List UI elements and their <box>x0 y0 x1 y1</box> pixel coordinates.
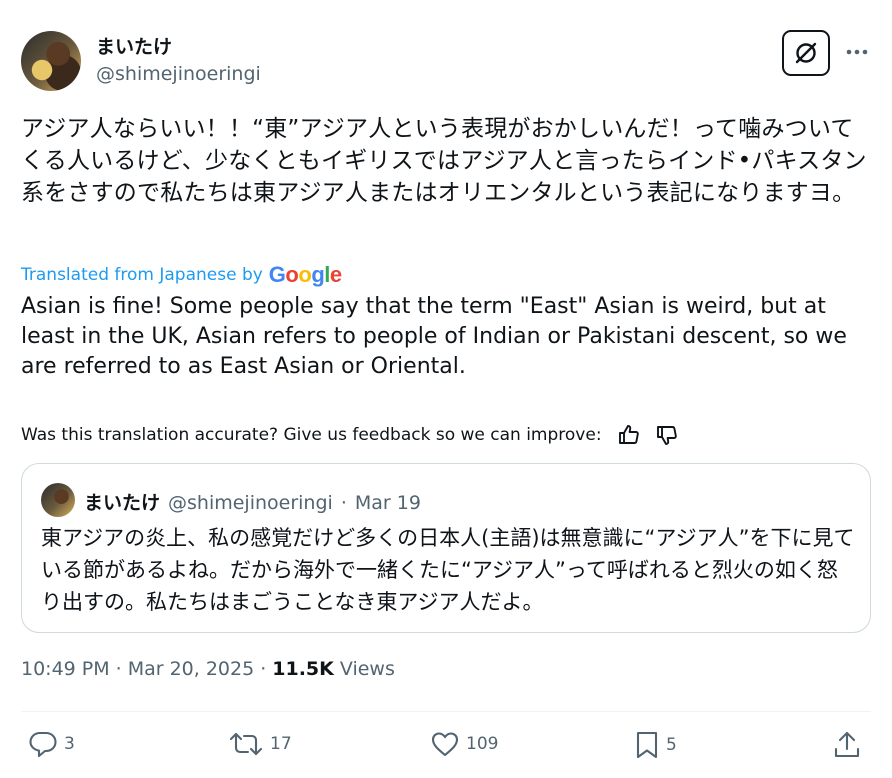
like-count: 109 <box>466 734 499 754</box>
views-label: Views <box>339 658 395 680</box>
bookmark-count: 5 <box>666 735 677 755</box>
repost-button[interactable]: 17 <box>228 730 292 758</box>
thumbs-up-icon[interactable] <box>614 420 644 450</box>
reply-button[interactable]: 3 <box>28 730 75 758</box>
quoted-separator: · <box>340 492 347 514</box>
views-count: 11.5K <box>272 658 334 680</box>
thumbs-down-icon[interactable] <box>652 420 682 450</box>
heart-icon <box>431 732 459 757</box>
tweet-text: アジア人ならいい！！“東”アジア人という表現がおかしいんだ！って噛みついてくる人… <box>21 116 867 206</box>
translation-feedback: Was this translation accurate? Give us f… <box>21 420 682 450</box>
quoted-tweet-header: まいたけ @shimejinoeringi · Mar 19 <box>84 488 421 515</box>
meta-separator: · <box>260 658 267 680</box>
bookmark-icon <box>636 731 658 759</box>
grok-button[interactable] <box>782 30 830 76</box>
translated-label: Translated from Japanese by <box>21 265 263 285</box>
tweet-time[interactable]: 10:49 PM <box>21 658 110 680</box>
quoted-author-name: まいたけ <box>84 492 161 514</box>
quoted-tweet-text: 東アジアの炎上、私の感覚だけど多くの日本人(主語)は無意識に“アジア人”を下に見… <box>41 526 855 614</box>
translated-text: Asian is fine! Some people say that the … <box>21 294 847 379</box>
share-icon <box>834 731 860 758</box>
more-dots-icon <box>846 49 868 55</box>
author-handle[interactable]: @shimejinoeringi <box>96 63 261 85</box>
share-button[interactable] <box>833 730 861 760</box>
quoted-date: Mar 19 <box>354 492 421 514</box>
google-logo: Google <box>268 262 342 287</box>
quoted-author-avatar <box>41 483 75 517</box>
reply-count: 3 <box>64 734 75 754</box>
feedback-label: Was this translation accurate? Give us f… <box>21 425 602 445</box>
tweet-date[interactable]: Mar 20, 2025 <box>128 658 255 680</box>
like-button[interactable]: 109 <box>430 730 498 758</box>
repost-icon <box>229 732 263 756</box>
meta-separator: · <box>115 658 122 680</box>
more-options-button[interactable] <box>842 38 872 66</box>
quoted-tweet[interactable]: まいたけ @shimejinoeringi · Mar 19 東アジアの炎上、私… <box>21 463 871 633</box>
divider <box>21 711 871 712</box>
author-avatar[interactable] <box>21 31 81 91</box>
tweet-metadata: 10:49 PM · Mar 20, 2025 · 11.5K Views <box>21 658 395 680</box>
slash-circle-icon <box>795 42 817 64</box>
repost-count: 17 <box>270 734 292 754</box>
bookmark-button[interactable]: 5 <box>634 730 677 760</box>
author-name[interactable]: まいたけ <box>96 32 172 59</box>
reply-icon <box>29 731 57 758</box>
quoted-author-handle: @shimejinoeringi <box>168 492 333 514</box>
translation-attribution[interactable]: Translated from Japanese by Google <box>21 262 342 288</box>
